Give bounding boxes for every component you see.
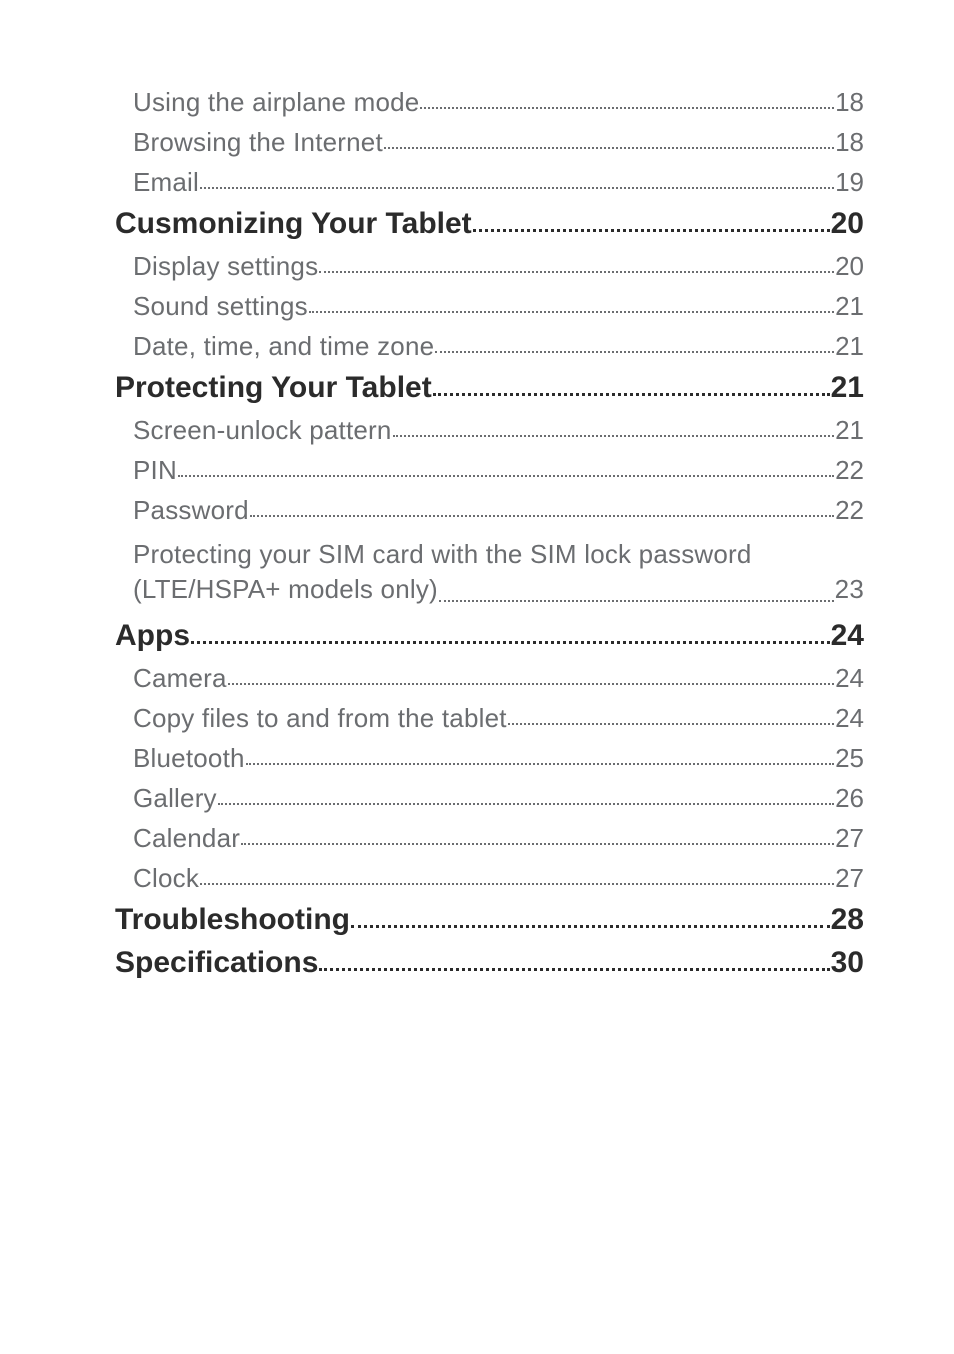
toc-label: Camera: [133, 665, 227, 691]
toc-label: Copy files to and from the tablet: [133, 705, 507, 731]
toc-page-number: 18: [835, 89, 864, 115]
toc-leader-dots: [319, 271, 834, 273]
toc-label: Email: [133, 169, 199, 195]
toc-entry: Calendar 27: [133, 825, 864, 851]
toc-leader-dots: [250, 515, 834, 517]
toc-page-number: 23: [835, 572, 864, 607]
toc-section-heading: Cusmonizing Your Tablet 20: [115, 209, 864, 239]
toc-page-number: 20: [835, 253, 864, 279]
toc-entry: Camera 24: [133, 665, 864, 691]
toc-label-line2: (LTE/HSPA+ models only): [133, 572, 438, 607]
toc-entry: Copy files to and from the tablet 24: [133, 705, 864, 731]
toc-entry: PIN 22: [133, 457, 864, 483]
toc-label: Browsing the Internet: [133, 129, 383, 155]
toc-label: Protecting Your Tablet: [115, 373, 432, 403]
toc-page-number: 21: [835, 333, 864, 359]
toc-page-number: 22: [835, 497, 864, 523]
toc-label: Clock: [133, 865, 199, 891]
toc-entry: Display settings 20: [133, 253, 864, 279]
toc-entry: Using the airplane mode 18: [133, 89, 864, 115]
toc-leader-dots: [433, 393, 830, 396]
toc-page-number: 24: [835, 665, 864, 691]
toc-leader-dots: [473, 229, 830, 232]
toc-entry: Browsing the Internet 18: [133, 129, 864, 155]
toc-leader-dots: [191, 641, 830, 644]
toc-page-number: 30: [831, 948, 864, 978]
toc-label: Cusmonizing Your Tablet: [115, 209, 472, 239]
toc-leader-dots: [319, 968, 829, 971]
toc-label: Specifications: [115, 948, 318, 978]
toc-page-number: 24: [835, 705, 864, 731]
toc-page-number: 20: [831, 209, 864, 239]
toc-section-heading: Troubleshooting 28: [115, 905, 864, 935]
toc-section-heading: Protecting Your Tablet 21: [115, 373, 864, 403]
toc-page-number: 19: [835, 169, 864, 195]
toc-page-number: 28: [831, 905, 864, 935]
toc-section-heading: Specifications 30: [115, 948, 864, 978]
toc-page-number: 24: [831, 621, 864, 651]
toc-label: Bluetooth: [133, 745, 245, 771]
toc-label: Screen-unlock pattern: [133, 417, 392, 443]
toc-page-number: 27: [835, 825, 864, 851]
toc-leader-dots: [309, 311, 834, 313]
toc-leader-dots: [178, 475, 834, 477]
toc-leader-dots: [435, 351, 834, 353]
toc-page: Using the airplane mode 18 Browsing the …: [0, 0, 954, 1061]
toc-label: Gallery: [133, 785, 217, 811]
toc-leader-dots: [246, 763, 834, 765]
toc-label: Apps: [115, 621, 190, 651]
toc-entry: Bluetooth 25: [133, 745, 864, 771]
toc-page-number: 27: [835, 865, 864, 891]
toc-leader-dots: [200, 883, 834, 885]
toc-label: Date, time, and time zone: [133, 333, 434, 359]
toc-entry: Sound settings 21: [133, 293, 864, 319]
toc-entry: Gallery 26: [133, 785, 864, 811]
toc-entry: Clock 27: [133, 865, 864, 891]
toc-leader-dots: [393, 435, 835, 437]
toc-leader-dots: [228, 683, 834, 685]
toc-leader-dots: [200, 187, 834, 189]
toc-leader-dots: [384, 147, 834, 149]
toc-label: Password: [133, 497, 249, 523]
toc-page-number: 22: [835, 457, 864, 483]
toc-entry: Screen-unlock pattern 21: [133, 417, 864, 443]
toc-leader-dots: [420, 107, 834, 109]
toc-leader-dots: [439, 600, 834, 602]
toc-page-number: 25: [835, 745, 864, 771]
toc-page-number: 18: [835, 129, 864, 155]
toc-entry: Password 22: [133, 497, 864, 523]
toc-entry: Date, time, and time zone 21: [133, 333, 864, 359]
toc-label: Sound settings: [133, 293, 308, 319]
toc-label: Display settings: [133, 253, 318, 279]
toc-entry: Email 19: [133, 169, 864, 195]
toc-leader-dots: [241, 843, 834, 845]
toc-label: PIN: [133, 457, 177, 483]
toc-leader-dots: [508, 723, 834, 725]
toc-label: Calendar: [133, 825, 240, 851]
toc-leader-dots: [351, 925, 830, 928]
toc-page-number: 21: [831, 373, 864, 403]
toc-page-number: 21: [835, 293, 864, 319]
toc-label: Troubleshooting: [115, 905, 350, 935]
toc-entry-multiline: Protecting your SIM card with the SIM lo…: [133, 537, 864, 607]
toc-section-heading: Apps 24: [115, 621, 864, 651]
toc-page-number: 21: [835, 417, 864, 443]
toc-leader-dots: [218, 803, 834, 805]
toc-label-line1: Protecting your SIM card with the SIM lo…: [133, 537, 864, 572]
toc-label: Using the airplane mode: [133, 89, 419, 115]
toc-page-number: 26: [835, 785, 864, 811]
